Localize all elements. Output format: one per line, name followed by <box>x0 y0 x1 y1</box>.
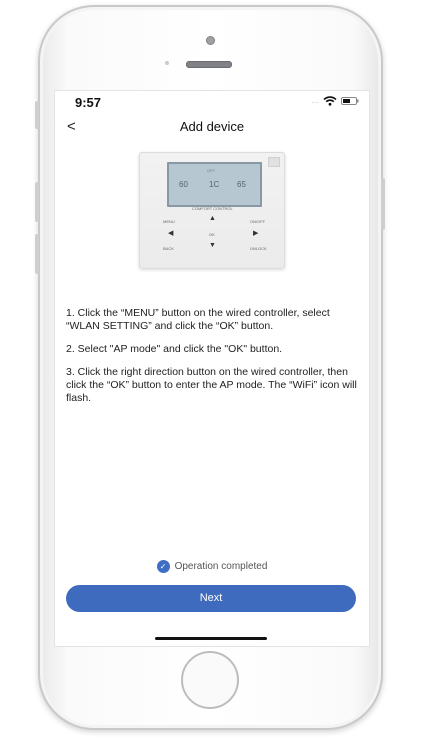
operation-completed-label: Operation completed <box>174 561 268 572</box>
proximity-sensor <box>165 61 169 65</box>
status-icons: .... <box>311 96 359 106</box>
lcd-middle-value: 1C <box>209 180 220 189</box>
check-circle-icon[interactable]: ✓ <box>156 560 170 573</box>
wifi-icon <box>323 96 337 106</box>
lcd-left-value: 60 <box>179 180 188 189</box>
status-time: 9:57 <box>75 95 102 110</box>
instructions: 1. Click the “MENU” button on the wired … <box>66 307 362 415</box>
right-arrow-icon: ▶ <box>253 230 259 237</box>
operation-completed-checkbox[interactable]: ✓ Operation completed <box>55 560 369 573</box>
controller-lcd: OFF 60 1C 65 <box>167 162 262 207</box>
lcd-right-value: 65 <box>237 180 246 189</box>
power-button <box>381 178 385 230</box>
menu-key-label: MENU <box>163 219 175 224</box>
instruction-step-2: 2. Select "AP mode" and click the "OK" b… <box>66 343 283 355</box>
controller-indicator <box>268 157 280 167</box>
volume-down-button <box>35 234 39 274</box>
signal-icon: .... <box>311 97 319 105</box>
home-button[interactable] <box>181 651 239 709</box>
next-button[interactable]: Next <box>66 585 356 612</box>
navigation-bar: < Add device <box>55 115 369 141</box>
down-arrow-icon: ▼ <box>209 242 216 249</box>
instruction-step-3: 3. Click the right direction button on t… <box>66 366 357 404</box>
lcd-middle-small: OFF <box>207 168 215 173</box>
instruction-step-1: 1. Click the “MENU” button on the wired … <box>66 307 330 332</box>
controller-caption: COMFORT CONTROL <box>192 206 233 211</box>
unlock-key-label: UNLOCK <box>250 246 267 251</box>
ok-key-label: OK <box>209 232 215 237</box>
phone-screen: 9:57 .... < Add device OFF 60 1C 65 COMF… <box>54 90 370 647</box>
front-camera <box>206 36 215 45</box>
left-arrow-icon: ◀ <box>168 230 174 237</box>
mute-switch <box>35 101 39 129</box>
page-title: Add device <box>179 119 245 134</box>
back-key-label: BACK <box>163 246 174 251</box>
wired-controller-image: OFF 60 1C 65 COMFORT CONTROL MENU ▲ ON/O… <box>139 152 285 269</box>
volume-up-button <box>35 182 39 222</box>
onoff-key-label: ON/OFF <box>250 219 266 224</box>
up-arrow-icon: ▲ <box>209 215 216 222</box>
earpiece-speaker <box>186 61 232 68</box>
battery-icon <box>341 97 359 105</box>
home-indicator <box>155 637 267 640</box>
